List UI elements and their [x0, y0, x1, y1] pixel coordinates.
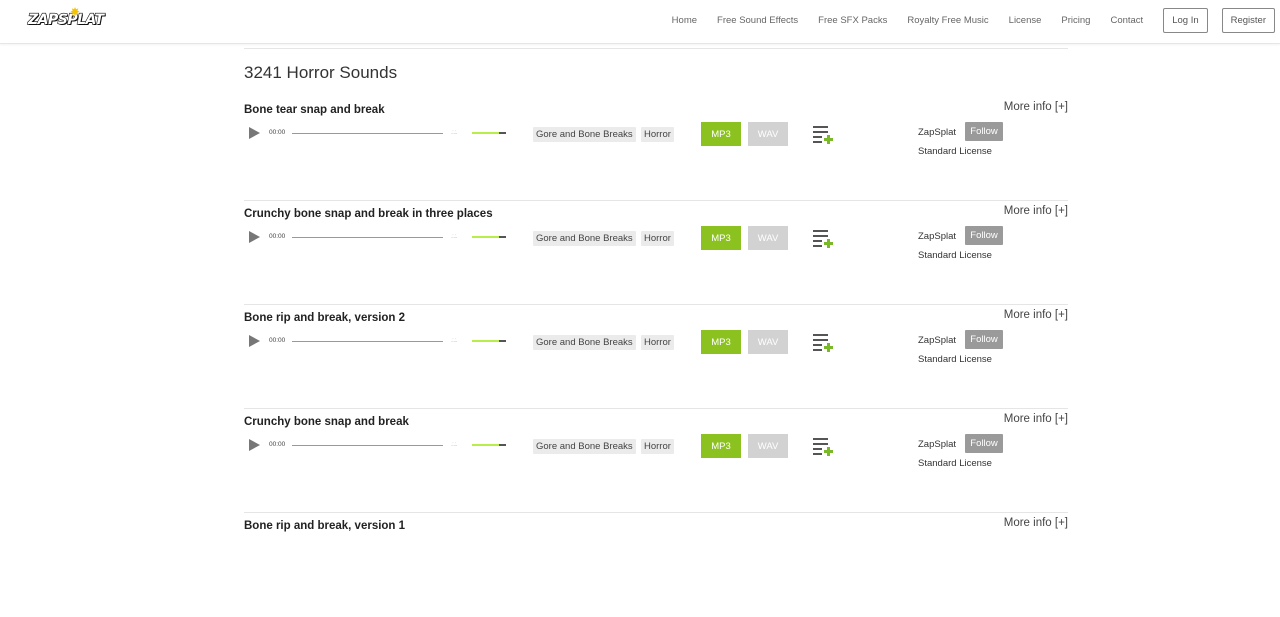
mp3-download-button[interactable]: MP3	[701, 226, 741, 250]
register-button[interactable]: Register	[1221, 7, 1275, 33]
wav-download-button[interactable]: WAV	[748, 330, 788, 354]
sound-title[interactable]: Bone rip and break, version 1	[244, 520, 405, 532]
play-icon[interactable]	[249, 231, 260, 243]
license-label: Standard License	[918, 458, 992, 469]
add-to-playlist-icon[interactable]	[812, 125, 834, 145]
volume-slider[interactable]	[472, 236, 499, 238]
sound-item: Bone rip and break, version 1 More info …	[244, 513, 1068, 617]
play-icon[interactable]	[249, 335, 260, 347]
sound-item: Bone rip and break, version 2 More info …	[244, 305, 1068, 409]
license-label: Standard License	[918, 146, 992, 157]
volume-slider[interactable]	[472, 444, 499, 446]
volume-slider-end[interactable]	[499, 132, 506, 134]
mp3-download-button[interactable]: MP3	[701, 330, 741, 354]
nav-free-sound-effects[interactable]: Free Sound Effects	[717, 15, 798, 26]
sound-title[interactable]: Crunchy bone snap and break	[244, 416, 409, 428]
current-time: 00:00	[269, 337, 286, 344]
page-title: 3241 Horror Sounds	[244, 63, 398, 82]
more-info-link[interactable]: More info [+]	[1004, 205, 1068, 217]
audio-player: 00:00 .:.:.	[244, 333, 514, 349]
add-to-playlist-icon[interactable]	[812, 333, 834, 353]
more-info-link[interactable]: More info [+]	[1004, 309, 1068, 321]
author-name[interactable]: ZapSplat	[918, 335, 956, 346]
sound-title[interactable]: Bone rip and break, version 2	[244, 312, 405, 324]
mp3-download-button[interactable]: MP3	[701, 122, 741, 146]
audio-player: 00:00 .:.:.	[244, 125, 514, 141]
wav-download-button[interactable]: WAV	[748, 434, 788, 458]
volume-slider-end[interactable]	[499, 444, 506, 446]
more-info-link[interactable]: More info [+]	[1004, 517, 1068, 529]
follow-button[interactable]: Follow	[965, 330, 1003, 349]
seek-bar[interactable]	[292, 237, 443, 238]
nav-license[interactable]: License	[1009, 15, 1042, 26]
sound-title[interactable]: Crunchy bone snap and break in three pla…	[244, 208, 493, 220]
mp3-download-button[interactable]: MP3	[701, 434, 741, 458]
main-nav: Home Free Sound Effects Free SFX Packs R…	[672, 0, 1280, 40]
loading-dots-icon: .:.:.	[451, 234, 457, 240]
zapsplat-logo[interactable]: ZAPSPLAT ✸	[27, 5, 104, 32]
current-time: 00:00	[269, 441, 286, 448]
tag-gore-and-bone-breaks[interactable]: Gore and Bone Breaks	[533, 127, 636, 142]
wav-download-button[interactable]: WAV	[748, 226, 788, 250]
audio-player: 00:00 .:.:.	[244, 437, 514, 453]
tag-gore-and-bone-breaks[interactable]: Gore and Bone Breaks	[533, 231, 636, 246]
add-to-playlist-icon[interactable]	[812, 437, 834, 457]
volume-slider-end[interactable]	[499, 236, 506, 238]
nav-pricing[interactable]: Pricing	[1061, 15, 1090, 26]
nav-free-sfx-packs[interactable]: Free SFX Packs	[818, 15, 887, 26]
more-info-link[interactable]: More info [+]	[1004, 101, 1068, 113]
volume-slider-end[interactable]	[499, 340, 506, 342]
seek-bar[interactable]	[292, 341, 443, 342]
tag-horror[interactable]: Horror	[641, 439, 674, 454]
seek-bar[interactable]	[292, 445, 443, 446]
seek-bar[interactable]	[292, 133, 443, 134]
author-name[interactable]: ZapSplat	[918, 127, 956, 138]
tag-horror[interactable]: Horror	[641, 127, 674, 142]
tag-gore-and-bone-breaks[interactable]: Gore and Bone Breaks	[533, 439, 636, 454]
nav-royalty-free-music[interactable]: Royalty Free Music	[907, 15, 988, 26]
more-info-link[interactable]: More info [+]	[1004, 413, 1068, 425]
wav-download-button[interactable]: WAV	[748, 122, 788, 146]
follow-button[interactable]: Follow	[965, 122, 1003, 141]
audio-player: 00:00 .:.:.	[244, 229, 514, 245]
follow-button[interactable]: Follow	[965, 434, 1003, 453]
author-name[interactable]: ZapSplat	[918, 231, 956, 242]
play-icon[interactable]	[249, 127, 260, 139]
loading-dots-icon: .:.:.	[451, 338, 457, 344]
tag-horror[interactable]: Horror	[641, 231, 674, 246]
login-button[interactable]: Log In	[1163, 7, 1208, 33]
volume-slider[interactable]	[472, 340, 499, 342]
sound-title[interactable]: Bone tear snap and break	[244, 104, 385, 116]
add-to-playlist-icon[interactable]	[812, 229, 834, 249]
volume-slider[interactable]	[472, 132, 499, 134]
current-time: 00:00	[269, 129, 286, 136]
tag-gore-and-bone-breaks[interactable]: Gore and Bone Breaks	[533, 335, 636, 350]
logo-burst-icon: ✸	[70, 5, 81, 19]
tag-horror[interactable]: Horror	[641, 335, 674, 350]
loading-dots-icon: .:.:.	[451, 130, 457, 136]
logo-text: ZAPSPLAT	[27, 11, 104, 28]
loading-dots-icon: .:.:.	[451, 442, 457, 448]
license-label: Standard License	[918, 250, 992, 261]
sound-item: Crunchy bone snap and break in three pla…	[244, 201, 1068, 305]
sound-item: Bone tear snap and break More info [+] 0…	[244, 97, 1068, 201]
current-time: 00:00	[269, 233, 286, 240]
play-icon[interactable]	[249, 439, 260, 451]
sound-item: Crunchy bone snap and break More info [+…	[244, 409, 1068, 513]
author-name[interactable]: ZapSplat	[918, 439, 956, 450]
nav-contact[interactable]: Contact	[1110, 15, 1143, 26]
top-navbar: ZAPSPLAT ✸ Home Free Sound Effects Free …	[0, 0, 1280, 44]
nav-home[interactable]: Home	[672, 15, 697, 26]
divider	[244, 48, 1068, 49]
follow-button[interactable]: Follow	[965, 226, 1003, 245]
license-label: Standard License	[918, 354, 992, 365]
